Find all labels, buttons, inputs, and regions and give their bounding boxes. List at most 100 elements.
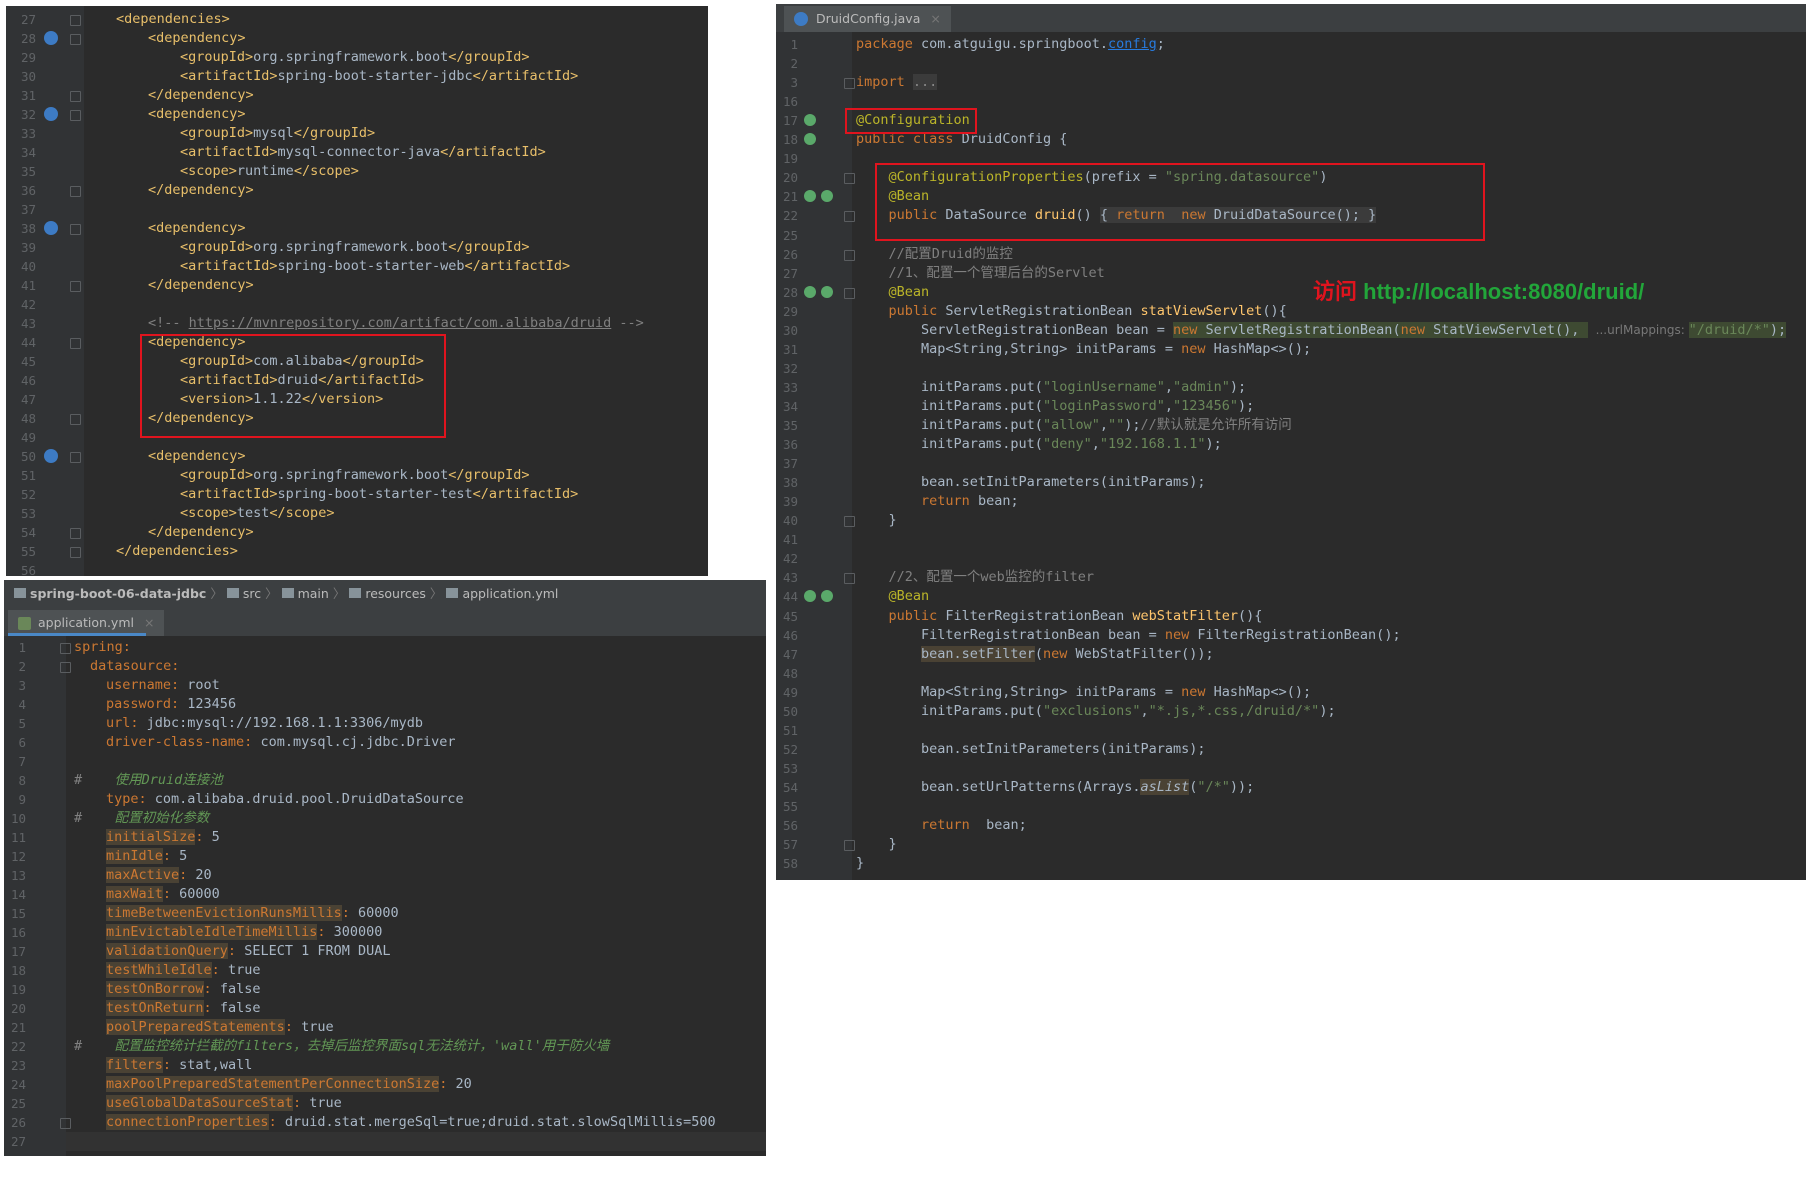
breadcrumb-item[interactable]: src [226,586,261,601]
yaml-line: url: jdbc:mysql://192.168.1.1:3306/mydb [106,715,424,731]
java-class-icon [794,12,808,26]
java-code-line: public FilterRegistrationBean webStatFil… [888,608,1263,624]
line-number: 23 [10,1058,26,1073]
line-number: 37 [20,202,36,217]
fold-marker-icon[interactable] [844,78,855,89]
fold-marker-icon[interactable] [844,840,855,851]
code-line: </dependencies> [116,543,238,559]
yaml-line: useGlobalDataSourceStat: true [106,1095,342,1111]
java-code-line: } [856,855,865,871]
fold-marker-icon[interactable] [844,288,855,299]
fold-marker-icon[interactable] [70,281,81,292]
line-number: 39 [782,494,798,509]
yaml-line: # 配置监控统计拦截的filters，去掉后监控界面sql无法统计，'wall'… [74,1038,610,1054]
yaml-line: minIdle: 5 [106,848,188,864]
fold-marker-icon[interactable] [70,528,81,539]
fold-marker-icon[interactable] [844,516,855,527]
yaml-line: password: 123456 [106,696,237,712]
breadcrumb-item[interactable]: spring-boot-06-data-jdbc [14,586,206,601]
fold-marker-icon[interactable] [844,573,855,584]
spring-bean-icon[interactable] [804,114,816,126]
fold-marker-icon[interactable] [70,15,81,26]
code-line: <scope>runtime</scope> [180,163,359,179]
spring-bean-icon[interactable] [804,590,816,602]
maven-refresh-icon[interactable] [44,449,58,463]
fold-marker-icon[interactable] [70,186,81,197]
line-number: 18 [782,132,798,147]
maven-refresh-icon[interactable] [44,221,58,235]
fold-marker-icon[interactable] [70,224,81,235]
line-number: 46 [20,373,36,388]
close-icon[interactable]: × [144,615,154,630]
yaml-line: minEvictableIdleTimeMillis: 300000 [106,924,383,940]
folder-icon [349,588,362,598]
code-line: </dependency> [148,182,254,198]
line-number: 26 [10,1115,26,1130]
line-number: 51 [20,468,36,483]
line-number: 52 [20,487,36,502]
line-number: 30 [20,69,36,84]
close-icon[interactable]: × [930,11,940,26]
line-number: 47 [782,647,798,662]
line-number: 29 [20,50,36,65]
line-number: 35 [782,418,798,433]
fold-marker-icon[interactable] [844,173,855,184]
line-number: 37 [782,456,798,471]
yaml-line: driver-class-name: com.mysql.cj.jdbc.Dri… [106,734,456,750]
java-code-line: } [856,836,897,852]
maven-refresh-icon[interactable] [44,107,58,121]
line-number: 20 [782,170,798,185]
line-number: 56 [20,563,36,576]
code-line: <dependency> [148,30,246,46]
breadcrumb-item[interactable]: application.yml [446,586,558,601]
breadcrumb-item[interactable]: resources [349,586,426,601]
tab-druidconfig-java[interactable]: DruidConfig.java × [784,6,951,32]
spring-bean-icon[interactable] [804,286,816,298]
breadcrumb-item[interactable]: main [281,586,329,601]
fold-marker-icon[interactable] [70,414,81,425]
fold-marker-icon[interactable] [70,338,81,349]
line-number: 55 [782,799,798,814]
spring-bean-icon[interactable] [821,286,833,298]
java-code-line: @Bean [888,588,930,604]
fold-marker-icon[interactable] [70,34,81,45]
java-code-line: public ServletRegistrationBean statViewS… [888,303,1287,319]
yaml-line: initialSize: 5 [106,829,220,845]
java-code-line: ServletRegistrationBean bean = new Servl… [856,322,1787,338]
spring-bean-icon[interactable] [821,590,833,602]
fold-marker-icon[interactable] [844,250,855,261]
line-number: 41 [20,278,36,293]
java-code-line: package com.atguigu.springboot.config; [856,36,1165,52]
fold-marker-icon[interactable] [60,643,71,654]
java-code-line: return bean; [921,817,1027,833]
fold-marker-icon[interactable] [60,662,71,673]
code-line: <groupId>org.springframework.boot</group… [180,467,530,483]
line-number: 31 [20,88,36,103]
fold-marker-icon[interactable] [60,1118,71,1129]
java-code-line: //配置Druid的监控 [888,246,1013,262]
line-number: 22 [782,208,798,223]
line-number: 32 [20,107,36,122]
java-tab-bar: DruidConfig.java × [776,4,1806,32]
line-number: 26 [782,247,798,262]
line-number: 25 [10,1096,26,1111]
druid-bean-highlight [875,163,1485,241]
code-line: <groupId>org.springframework.boot</group… [180,49,530,65]
line-number: 40 [782,513,798,528]
code-line: <artifactId>spring-boot-starter-test</ar… [180,486,579,502]
yaml-line: validationQuery: SELECT 1 FROM DUAL [106,943,391,959]
line-number: 44 [20,335,36,350]
fold-marker-icon[interactable] [70,452,81,463]
code-line: <dependency> [148,220,246,236]
line-number: 42 [20,297,36,312]
spring-bean-icon[interactable] [804,133,816,145]
maven-refresh-icon[interactable] [44,31,58,45]
fold-marker-icon[interactable] [844,211,855,222]
fold-marker-icon[interactable] [70,110,81,121]
line-number: 47 [20,392,36,407]
line-number: 35 [20,164,36,179]
fold-marker-icon[interactable] [70,547,81,558]
spring-bean-icon[interactable] [804,190,816,202]
spring-bean-icon[interactable] [821,190,833,202]
fold-marker-icon[interactable] [70,91,81,102]
